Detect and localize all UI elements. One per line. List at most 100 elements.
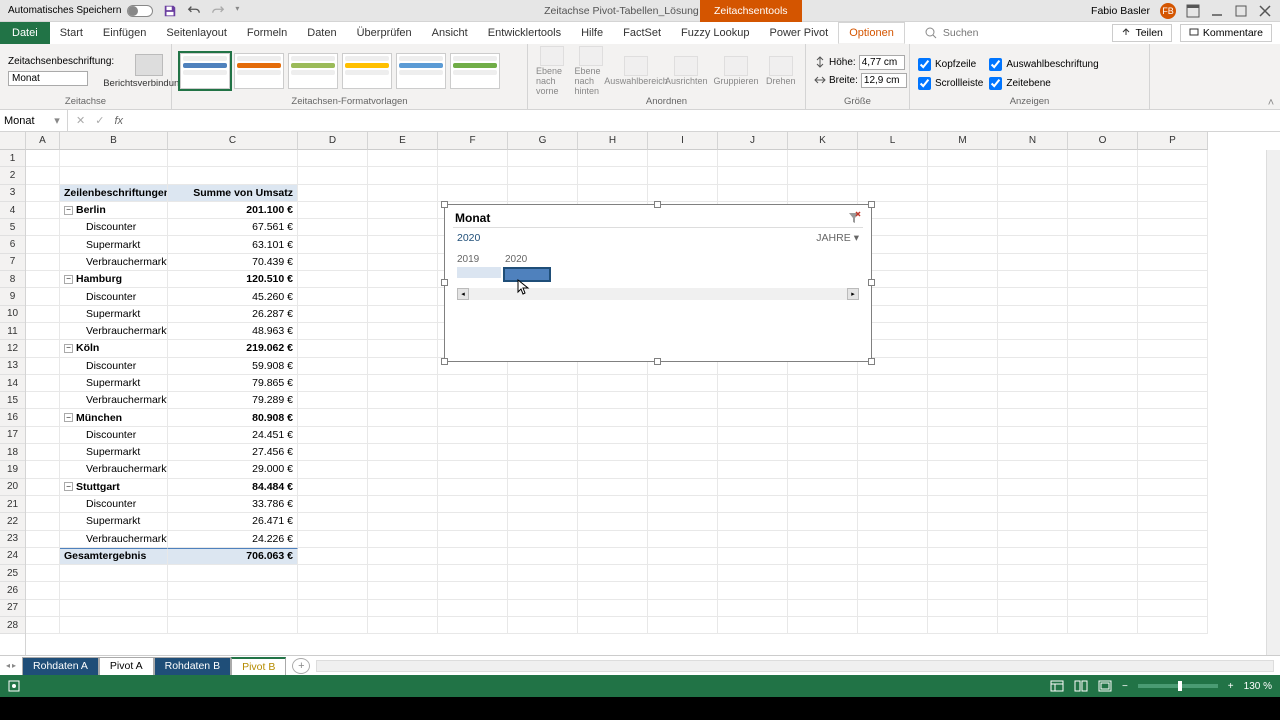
cell[interactable]	[1138, 271, 1208, 288]
cell[interactable]	[788, 409, 858, 426]
cell[interactable]	[1068, 185, 1138, 202]
cell[interactable]	[1138, 167, 1208, 184]
cell[interactable]	[718, 461, 788, 478]
cell[interactable]	[998, 600, 1068, 617]
cell[interactable]	[998, 582, 1068, 599]
cell[interactable]	[26, 392, 60, 409]
cell[interactable]	[168, 150, 298, 167]
cell[interactable]	[998, 323, 1068, 340]
cell[interactable]	[998, 427, 1068, 444]
cell[interactable]	[438, 531, 508, 548]
cell[interactable]	[298, 582, 368, 599]
slicer-level[interactable]: JAHRE ▾	[816, 232, 859, 244]
cell[interactable]	[648, 461, 718, 478]
cell[interactable]	[368, 219, 438, 236]
cell[interactable]	[648, 617, 718, 634]
cell[interactable]	[368, 444, 438, 461]
cell[interactable]	[1138, 150, 1208, 167]
cell[interactable]	[858, 167, 928, 184]
cell[interactable]	[1138, 306, 1208, 323]
timeline-style[interactable]	[288, 53, 338, 89]
cell[interactable]	[508, 565, 578, 582]
cell[interactable]	[578, 185, 648, 202]
cell[interactable]	[578, 582, 648, 599]
cell[interactable]	[508, 150, 578, 167]
row-header[interactable]: 21	[0, 496, 25, 513]
sheet-nav-next-icon[interactable]: ▸	[12, 661, 16, 670]
collapse-icon[interactable]: −	[64, 482, 73, 491]
cell[interactable]: 67.561 €	[168, 219, 298, 236]
cell[interactable]	[1068, 531, 1138, 548]
cell[interactable]	[1068, 582, 1138, 599]
cell[interactable]	[26, 565, 60, 582]
cell[interactable]	[1068, 392, 1138, 409]
cell[interactable]	[298, 167, 368, 184]
cell[interactable]	[1068, 444, 1138, 461]
cell[interactable]	[718, 600, 788, 617]
clear-filter-icon[interactable]	[847, 211, 861, 225]
cell[interactable]	[508, 513, 578, 530]
caption-input[interactable]	[8, 71, 88, 86]
cell[interactable]	[1138, 565, 1208, 582]
cell[interactable]: −Berlin	[60, 202, 168, 219]
cell[interactable]	[26, 254, 60, 271]
collapse-ribbon-icon[interactable]: ˄	[1262, 44, 1280, 109]
row-header[interactable]: 10	[0, 306, 25, 323]
cell[interactable]	[438, 600, 508, 617]
cell[interactable]: 84.484 €	[168, 479, 298, 496]
cell[interactable]	[298, 202, 368, 219]
undo-icon[interactable]	[187, 4, 201, 18]
cell[interactable]	[368, 548, 438, 565]
row-header[interactable]: 23	[0, 531, 25, 548]
column-header[interactable]: E	[368, 132, 438, 150]
cell[interactable]	[998, 254, 1068, 271]
cell[interactable]	[998, 167, 1068, 184]
tab-optionen[interactable]: Optionen	[838, 22, 905, 44]
cell[interactable]	[60, 167, 168, 184]
horizontal-scrollbar[interactable]	[316, 660, 1274, 672]
show-checkbox[interactable]: Auswahlbeschriftung	[989, 58, 1098, 71]
cell[interactable]	[438, 617, 508, 634]
cell[interactable]	[368, 254, 438, 271]
cell[interactable]	[368, 565, 438, 582]
cell[interactable]	[928, 513, 998, 530]
cell[interactable]	[718, 617, 788, 634]
scroll-left-icon[interactable]: ◂	[457, 288, 469, 300]
cell[interactable]	[368, 479, 438, 496]
column-header[interactable]: L	[858, 132, 928, 150]
show-checkbox[interactable]: Zeitebene	[989, 77, 1098, 90]
row-header[interactable]: 22	[0, 513, 25, 530]
cell[interactable]	[60, 617, 168, 634]
page-layout-view-icon[interactable]	[1074, 680, 1088, 692]
cell[interactable]	[648, 392, 718, 409]
column-header[interactable]: A	[26, 132, 60, 150]
cell[interactable]	[298, 565, 368, 582]
cell[interactable]: Discounter	[60, 496, 168, 513]
cell[interactable]	[26, 375, 60, 392]
cell[interactable]	[26, 531, 60, 548]
formula-input[interactable]	[133, 115, 275, 127]
cell[interactable]	[998, 531, 1068, 548]
arrange-button[interactable]: Ebene nach hinten	[574, 46, 606, 96]
cell[interactable]	[1138, 427, 1208, 444]
cell[interactable]	[508, 461, 578, 478]
row-header[interactable]: 5	[0, 219, 25, 236]
cell[interactable]	[26, 185, 60, 202]
cell[interactable]	[298, 409, 368, 426]
cell[interactable]	[1068, 167, 1138, 184]
cell[interactable]: Verbrauchermarkt	[60, 254, 168, 271]
timeline-styles-gallery[interactable]	[180, 53, 519, 89]
cell[interactable]	[1138, 375, 1208, 392]
cell[interactable]	[578, 375, 648, 392]
cell[interactable]	[928, 392, 998, 409]
cell[interactable]	[26, 306, 60, 323]
cell[interactable]	[438, 427, 508, 444]
cell[interactable]	[998, 565, 1068, 582]
cell[interactable]	[1138, 479, 1208, 496]
zoom-in-icon[interactable]: +	[1228, 681, 1234, 692]
cell[interactable]	[578, 150, 648, 167]
row-header[interactable]: 11	[0, 323, 25, 340]
cell[interactable]: 26.471 €	[168, 513, 298, 530]
row-header[interactable]: 24	[0, 548, 25, 565]
cell[interactable]	[508, 427, 578, 444]
